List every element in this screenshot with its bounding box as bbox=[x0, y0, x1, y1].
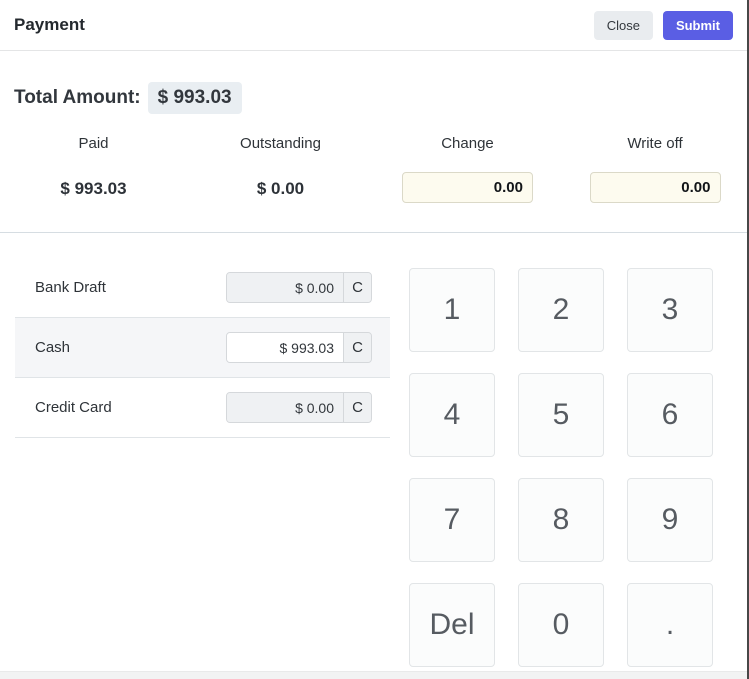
numpad-key-4[interactable]: 4 bbox=[409, 373, 495, 457]
outstanding-label: Outstanding bbox=[187, 135, 374, 152]
bank-draft-amount-input[interactable] bbox=[227, 273, 343, 302]
paid-label: Paid bbox=[0, 135, 187, 152]
paid-value: $ 993.03 bbox=[0, 179, 187, 199]
bottom-scroll-track bbox=[0, 671, 749, 679]
numpad-key-7[interactable]: 7 bbox=[409, 478, 495, 562]
payment-methods-list: Bank Draft C Cash C Credit Card C bbox=[0, 233, 390, 667]
numpad-key-0[interactable]: 0 bbox=[518, 583, 604, 667]
amount-input-group: C bbox=[226, 332, 372, 363]
change-column: Change bbox=[374, 135, 561, 203]
numpad-key-del[interactable]: Del bbox=[409, 583, 495, 667]
numpad-key-dot[interactable]: . bbox=[627, 583, 713, 667]
main-area: Bank Draft C Cash C Credit Card C 1 2 bbox=[0, 233, 749, 667]
total-amount-value: $ 993.03 bbox=[148, 82, 242, 114]
credit-card-amount-input[interactable] bbox=[227, 393, 343, 422]
credit-card-clear-button[interactable]: C bbox=[343, 393, 371, 422]
numpad-key-9[interactable]: 9 bbox=[627, 478, 713, 562]
total-amount-label: Total Amount: bbox=[14, 87, 141, 109]
amount-input-group: C bbox=[226, 392, 372, 423]
bank-draft-clear-button[interactable]: C bbox=[343, 273, 371, 302]
payment-method-label: Cash bbox=[35, 339, 70, 356]
numpad-key-5[interactable]: 5 bbox=[518, 373, 604, 457]
numpad-key-2[interactable]: 2 bbox=[518, 268, 604, 352]
change-input[interactable] bbox=[402, 172, 533, 203]
numpad-key-8[interactable]: 8 bbox=[518, 478, 604, 562]
close-button[interactable]: Close bbox=[594, 11, 653, 40]
payment-method-row-cash[interactable]: Cash C bbox=[15, 318, 390, 378]
payment-method-row-bank-draft[interactable]: Bank Draft C bbox=[15, 258, 390, 318]
write-off-label: Write off bbox=[561, 135, 749, 152]
amount-input-group: C bbox=[226, 272, 372, 303]
numpad-panel: 1 2 3 4 5 6 7 8 9 Del 0 . bbox=[390, 233, 749, 667]
payment-method-row-credit-card[interactable]: Credit Card C bbox=[15, 378, 390, 438]
cash-clear-button[interactable]: C bbox=[343, 333, 371, 362]
outstanding-value: $ 0.00 bbox=[187, 179, 374, 199]
numpad: 1 2 3 4 5 6 7 8 9 Del 0 . bbox=[409, 268, 749, 667]
numpad-key-3[interactable]: 3 bbox=[627, 268, 713, 352]
header-actions: Close Submit bbox=[594, 11, 733, 40]
payment-summary: Paid $ 993.03 Outstanding $ 0.00 Change … bbox=[0, 135, 749, 233]
numpad-key-1[interactable]: 1 bbox=[409, 268, 495, 352]
total-amount-row: Total Amount: $ 993.03 bbox=[14, 82, 749, 114]
change-label: Change bbox=[374, 135, 561, 152]
submit-button[interactable]: Submit bbox=[663, 11, 733, 40]
payment-method-label: Bank Draft bbox=[35, 279, 106, 296]
paid-column: Paid $ 993.03 bbox=[0, 135, 187, 203]
payment-method-label: Credit Card bbox=[35, 399, 112, 416]
numpad-key-6[interactable]: 6 bbox=[627, 373, 713, 457]
page-title: Payment bbox=[14, 15, 85, 35]
write-off-input[interactable] bbox=[590, 172, 721, 203]
write-off-column: Write off bbox=[561, 135, 749, 203]
cash-amount-input[interactable] bbox=[227, 333, 343, 362]
outstanding-column: Outstanding $ 0.00 bbox=[187, 135, 374, 203]
dialog-header: Payment Close Submit bbox=[0, 0, 749, 51]
